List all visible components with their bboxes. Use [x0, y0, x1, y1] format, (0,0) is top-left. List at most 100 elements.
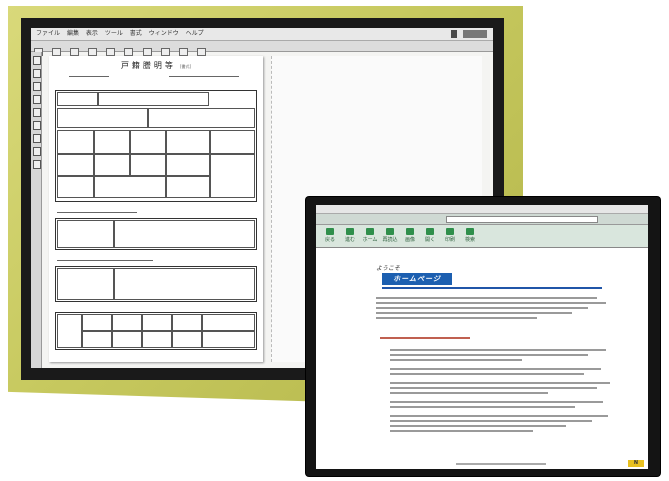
rect-tool-icon[interactable]: [33, 95, 41, 104]
cell[interactable]: [57, 314, 83, 348]
text-line: [390, 373, 584, 375]
back-button[interactable]: 戻る: [322, 228, 338, 243]
grid-tool-icon[interactable]: [33, 147, 41, 156]
cell[interactable]: [129, 154, 167, 176]
form-document-page[interactable]: 戸籍謄明等 [書式]: [49, 56, 263, 362]
copy-icon[interactable]: [124, 48, 134, 56]
pen-tool-icon[interactable]: [33, 160, 41, 169]
open-icon[interactable]: [52, 48, 62, 56]
ellipse-tool-icon[interactable]: [33, 108, 41, 117]
browser-address-bar: [316, 214, 648, 225]
menu-item-window[interactable]: ウィンドウ: [149, 30, 179, 37]
text-tool-icon[interactable]: [33, 69, 41, 78]
intro-paragraph: [376, 297, 606, 322]
text-line: [390, 406, 575, 408]
cell[interactable]: [93, 154, 131, 176]
text-line: [390, 420, 593, 422]
cell[interactable]: [147, 108, 255, 128]
table-icon[interactable]: [178, 48, 188, 56]
text-line: [390, 425, 566, 427]
menubar-status-icons: [463, 30, 487, 38]
home-label: ホーム: [362, 237, 378, 243]
right-monitor-screen: 戻る 進む ホーム 再読込 画像 開く 印刷 検索 ようこそ ホームページ N: [316, 205, 648, 469]
cell[interactable]: [141, 330, 173, 348]
header-rule: [69, 76, 109, 77]
eraser-tool-icon[interactable]: [33, 134, 41, 143]
print-button[interactable]: 印刷: [442, 228, 458, 243]
cell[interactable]: [57, 92, 99, 106]
back-icon: [326, 228, 334, 235]
cell[interactable]: [57, 154, 95, 176]
cell[interactable]: [97, 92, 209, 106]
form-title-suffix: [書式]: [179, 64, 192, 69]
pointer-tool-icon[interactable]: [33, 56, 41, 65]
home-button[interactable]: ホーム: [362, 228, 378, 243]
browser-title-bar: [316, 205, 648, 214]
reload-button[interactable]: 再読込: [382, 228, 398, 243]
menu-item-help[interactable]: ヘルプ: [186, 30, 204, 37]
find-button[interactable]: 検索: [462, 228, 478, 243]
menu-item-edit[interactable]: 編集: [67, 30, 79, 37]
text-line: [390, 430, 533, 432]
open-button[interactable]: 開く: [422, 228, 438, 243]
text-line: [376, 302, 606, 304]
save-icon[interactable]: [70, 48, 80, 56]
site-logo-caption: ようこそ: [376, 265, 401, 272]
forward-label: 進む: [344, 237, 355, 243]
url-input[interactable]: [446, 216, 598, 223]
cut-icon[interactable]: [106, 48, 116, 56]
cell[interactable]: [57, 268, 115, 300]
form-title-text: 戸籍謄明等: [120, 61, 176, 70]
section-2-heading-rule: [57, 212, 137, 213]
forward-button[interactable]: 進む: [342, 228, 358, 243]
cell[interactable]: [57, 108, 149, 128]
menu-item-format[interactable]: 書式: [130, 30, 142, 37]
section-heading: [380, 337, 470, 342]
find-icon: [466, 228, 474, 235]
open-label: 開く: [424, 237, 435, 243]
cell[interactable]: [171, 330, 203, 348]
text-line: [390, 359, 522, 361]
web-page-content: ようこそ ホームページ: [336, 253, 636, 467]
images-label: 画像: [404, 237, 415, 243]
cell[interactable]: [209, 154, 255, 198]
cell[interactable]: [165, 130, 211, 154]
logo-underline: [382, 287, 602, 289]
browser-toolbar: 戻る 進む ホーム 再読込 画像 開く 印刷 検索: [316, 225, 648, 248]
menu-item-view[interactable]: 表示: [86, 30, 98, 37]
site-logo[interactable]: ホームページ: [382, 273, 452, 285]
cell[interactable]: [111, 330, 143, 348]
cell[interactable]: [113, 268, 255, 300]
cell[interactable]: [57, 130, 95, 154]
open-icon: [426, 228, 434, 235]
zoom-icon[interactable]: [196, 48, 206, 56]
cell[interactable]: [129, 130, 167, 154]
cell[interactable]: [113, 220, 255, 248]
undo-icon[interactable]: [160, 48, 170, 56]
heading-line: [380, 337, 470, 339]
toolbar: [31, 41, 493, 56]
cell[interactable]: [209, 130, 255, 154]
right-monitor: 戻る 進む ホーム 再読込 画像 開く 印刷 検索 ようこそ ホームページ N: [306, 197, 660, 476]
cell[interactable]: [201, 330, 255, 348]
cell[interactable]: [165, 176, 211, 198]
print-icon[interactable]: [88, 48, 98, 56]
cell[interactable]: [57, 176, 95, 198]
cell[interactable]: [93, 176, 167, 198]
text-line: [376, 317, 537, 319]
fill-tool-icon[interactable]: [33, 121, 41, 130]
menu-item-file[interactable]: ファイル: [36, 30, 60, 37]
reload-icon: [386, 228, 394, 235]
images-button[interactable]: 画像: [402, 228, 418, 243]
cell[interactable]: [57, 220, 115, 248]
paste-icon[interactable]: [142, 48, 152, 56]
cell[interactable]: [165, 154, 211, 176]
cell[interactable]: [81, 330, 113, 348]
text-line: [390, 415, 608, 417]
cell[interactable]: [93, 130, 131, 154]
text-line: [390, 368, 602, 370]
menubar-clock: [451, 30, 457, 38]
menu-item-tools[interactable]: ツール: [105, 30, 123, 37]
images-icon: [406, 228, 414, 235]
line-tool-icon[interactable]: [33, 82, 41, 91]
